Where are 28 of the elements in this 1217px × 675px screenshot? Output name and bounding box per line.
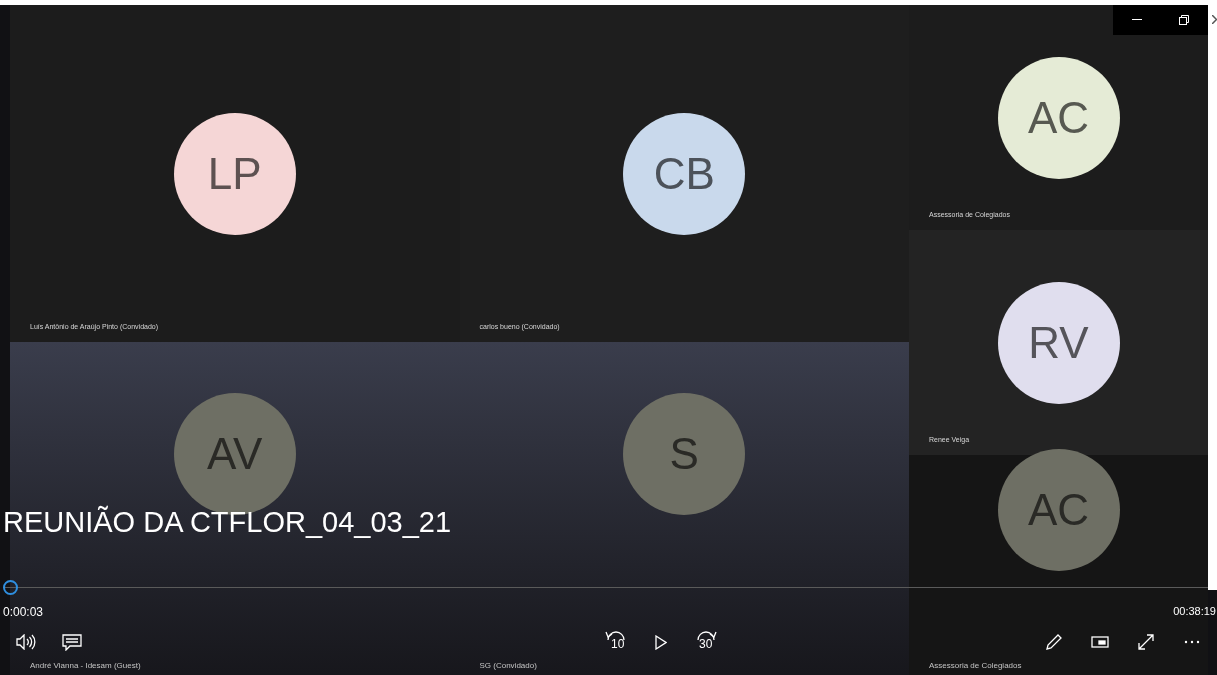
avatar-initials: CB [653, 151, 715, 196]
participant-name: Assessoria de Colegiados [929, 660, 1022, 672]
close-icon[interactable] [1212, 15, 1217, 24]
total-time: 00:38:19 [1173, 604, 1216, 619]
elapsed-time: 0:00:03 [3, 604, 44, 621]
forward-arrow-icon [695, 629, 717, 641]
participant-name: André Vianna - Idesam (Guest) [30, 660, 141, 672]
progress-track[interactable] [3, 580, 1208, 595]
minimize-icon[interactable] [1131, 19, 1142, 21]
avatar-initials: LP [207, 151, 262, 196]
participant-name: SG (Convidado) [479, 660, 537, 672]
speaker-icon [16, 634, 36, 650]
avatar-initials: AC [1027, 488, 1090, 532]
avatar-initials: AC [1027, 95, 1090, 140]
forward-button[interactable]: 30 [691, 628, 719, 656]
pencil-icon [1045, 633, 1063, 651]
play-icon [655, 634, 667, 650]
rewind-arrow-icon [605, 629, 627, 641]
progress-thumb[interactable] [3, 580, 18, 595]
avatar-initials: AV [207, 431, 263, 476]
expand-icon [1137, 633, 1155, 651]
mini-view-icon [1091, 636, 1109, 648]
speech-bubble-icon [62, 633, 82, 651]
rewind-button[interactable]: 10 [603, 628, 631, 656]
restore-icon[interactable] [1179, 15, 1190, 25]
more-icon [1184, 640, 1200, 644]
avatar-initials: S [669, 431, 699, 476]
avatar-initials: RV [1028, 320, 1089, 365]
